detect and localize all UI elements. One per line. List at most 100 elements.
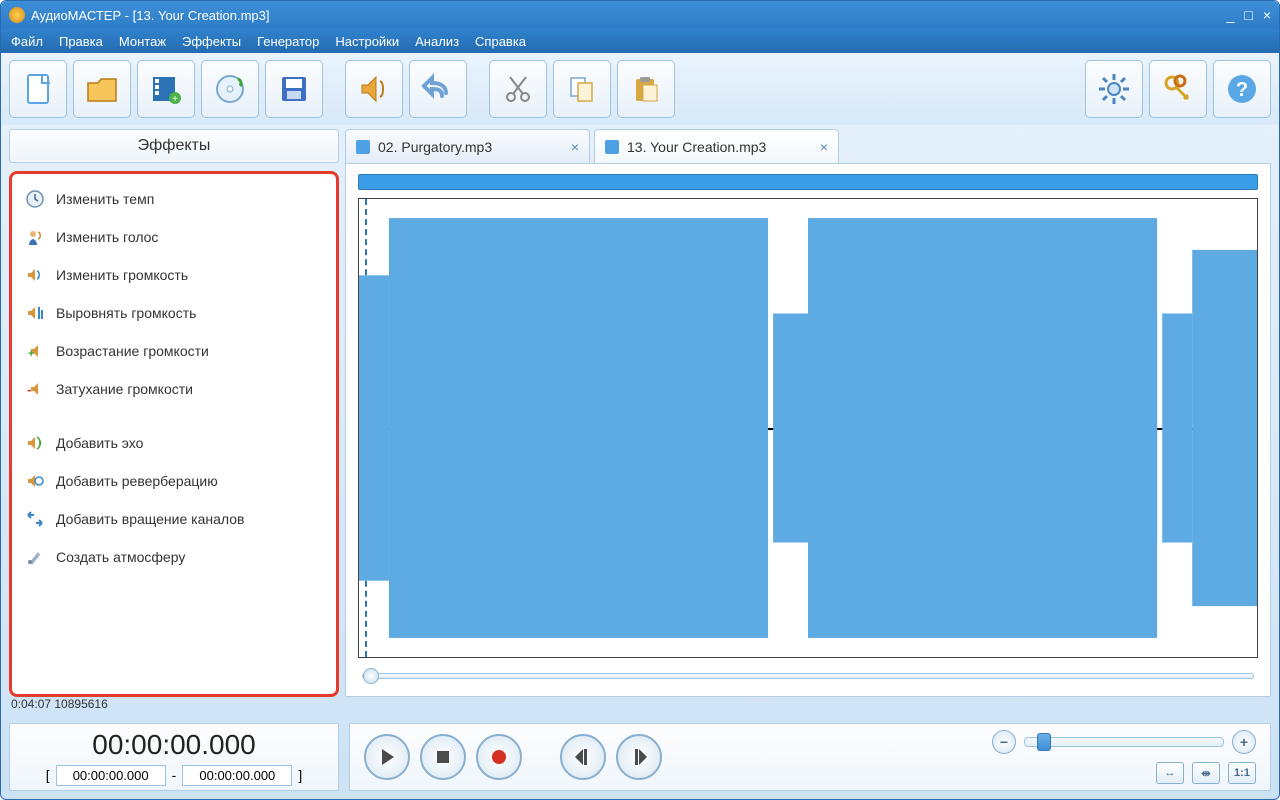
- save-button[interactable]: [265, 60, 323, 118]
- toolbar: + ?: [1, 53, 1279, 125]
- menu-help[interactable]: Справка: [475, 34, 526, 49]
- prev-track-button[interactable]: [560, 734, 606, 780]
- menu-analysis[interactable]: Анализ: [415, 34, 459, 49]
- titlebar: АудиоМАСТЕР - [13. Your Creation.mp3] _ …: [1, 1, 1279, 29]
- volume-effects-button[interactable]: [345, 60, 403, 118]
- waveform-area: [345, 163, 1271, 697]
- fit-selection-button[interactable]: ⇹: [1192, 762, 1220, 784]
- effect-change-voice[interactable]: Изменить голос: [14, 218, 334, 256]
- effect-label: Создать атмосферу: [56, 549, 185, 565]
- tab-close-icon[interactable]: ×: [571, 139, 579, 155]
- help-button[interactable]: ?: [1213, 60, 1271, 118]
- voice-icon: [24, 226, 46, 248]
- fadeout-icon: -: [24, 378, 46, 400]
- effect-channel-rotation[interactable]: Добавить вращение каналов: [14, 500, 334, 538]
- zoom-slider[interactable]: [1024, 737, 1224, 747]
- copy-button[interactable]: [553, 60, 611, 118]
- time-range-sep: -: [172, 767, 177, 783]
- echo-icon: [24, 432, 46, 454]
- levels-icon: [24, 302, 46, 324]
- menu-edit[interactable]: Правка: [59, 34, 103, 49]
- svg-text:+: +: [28, 348, 34, 360]
- menu-generator[interactable]: Генератор: [257, 34, 319, 49]
- svg-text:-: -: [27, 382, 31, 397]
- left-column: Эффекты Изменить темп Изменить голос Изм…: [9, 129, 339, 697]
- svg-text:?: ?: [1236, 79, 1248, 101]
- zoom-1to1-button[interactable]: 1:1: [1228, 762, 1256, 784]
- time-current: 00:00:00.000: [92, 729, 256, 761]
- paste-button[interactable]: [617, 60, 675, 118]
- tab-label: 02. Purgatory.mp3: [378, 139, 563, 155]
- horizontal-zoom-slider-row: [358, 666, 1258, 686]
- waveform-canvas[interactable]: [358, 198, 1258, 658]
- effect-add-echo[interactable]: Добавить эхо: [14, 424, 334, 462]
- time-to-input[interactable]: [182, 765, 292, 786]
- record-button[interactable]: [476, 734, 522, 780]
- open-folder-button[interactable]: [73, 60, 131, 118]
- effect-label: Добавить эхо: [56, 435, 143, 451]
- effect-label: Изменить темп: [56, 191, 154, 207]
- zoom-out-button[interactable]: −: [992, 730, 1016, 754]
- audio-file-icon: [605, 140, 619, 154]
- play-button[interactable]: [364, 734, 410, 780]
- effect-fade-out[interactable]: - Затухание громкости: [14, 370, 334, 408]
- maximize-button[interactable]: □: [1244, 7, 1252, 23]
- effect-label: Добавить реверберацию: [56, 473, 218, 489]
- time-from-input[interactable]: [56, 765, 166, 786]
- effect-label: Возрастание громкости: [56, 343, 209, 359]
- stop-button[interactable]: [420, 734, 466, 780]
- speaker-volume-icon: [24, 264, 46, 286]
- effect-add-reverb[interactable]: Добавить реверберацию: [14, 462, 334, 500]
- undo-button[interactable]: [409, 60, 467, 118]
- horizontal-zoom-slider[interactable]: [362, 673, 1254, 679]
- tab-label: 13. Your Creation.mp3: [627, 139, 812, 155]
- main-area: Эффекты Изменить темп Изменить голос Изм…: [1, 125, 1279, 697]
- effect-create-atmosphere[interactable]: Создать атмосферу: [14, 538, 334, 576]
- menu-settings[interactable]: Настройки: [335, 34, 399, 49]
- new-file-button[interactable]: [9, 60, 67, 118]
- effect-change-tempo[interactable]: Изменить темп: [14, 180, 334, 218]
- bottom-controls: 00:00:00.000 [ - ] − +: [1, 715, 1279, 799]
- cut-button[interactable]: [489, 60, 547, 118]
- import-video-button[interactable]: +: [137, 60, 195, 118]
- tab-purgatory[interactable]: 02. Purgatory.mp3 ×: [345, 129, 590, 163]
- tab-close-icon[interactable]: ×: [820, 139, 828, 155]
- effects-list[interactable]: Изменить темп Изменить голос Изменить гр…: [14, 180, 334, 688]
- keys-button[interactable]: [1149, 60, 1207, 118]
- settings-button[interactable]: [1085, 60, 1143, 118]
- audio-file-icon: [356, 140, 370, 154]
- overview-bar[interactable]: [358, 174, 1258, 190]
- minimize-button[interactable]: _: [1227, 7, 1235, 23]
- effect-label: Добавить вращение каналов: [56, 511, 244, 527]
- zoom-in-button[interactable]: +: [1232, 730, 1256, 754]
- effects-header: Эффекты: [9, 129, 339, 163]
- zoom-slider-thumb[interactable]: [1037, 733, 1051, 751]
- close-button[interactable]: ×: [1263, 7, 1271, 23]
- menu-file[interactable]: Файл: [11, 34, 43, 49]
- effect-normalize-volume[interactable]: Выровнять громкость: [14, 294, 334, 332]
- menu-montage[interactable]: Монтаж: [119, 34, 166, 49]
- app-window: АудиоМАСТЕР - [13. Your Creation.mp3] _ …: [0, 0, 1280, 800]
- tab-your-creation[interactable]: 13. Your Creation.mp3 ×: [594, 129, 839, 163]
- window-controls: _ □ ×: [1227, 7, 1271, 23]
- menu-effects[interactable]: Эффекты: [182, 34, 241, 49]
- atmosphere-icon: [24, 546, 46, 568]
- transport-panel: − + ↔ ⇹ 1:1: [349, 723, 1271, 791]
- tabs: 02. Purgatory.mp3 × 13. Your Creation.mp…: [345, 129, 1271, 163]
- import-cd-button[interactable]: [201, 60, 259, 118]
- effects-panel: Изменить темп Изменить голос Изменить гр…: [9, 171, 339, 697]
- next-track-button[interactable]: [616, 734, 662, 780]
- effect-label: Изменить громкость: [56, 267, 188, 283]
- effect-change-volume[interactable]: Изменить громкость: [14, 256, 334, 294]
- channel-rotation-icon: [24, 508, 46, 530]
- app-icon: [9, 7, 25, 23]
- fadein-icon: +: [24, 340, 46, 362]
- effect-label: Затухание громкости: [56, 381, 193, 397]
- status-text: 0:04:07 10895616: [11, 697, 108, 711]
- effect-fade-in[interactable]: + Возрастание громкости: [14, 332, 334, 370]
- fit-width-button[interactable]: ↔: [1156, 762, 1184, 784]
- effect-label: Изменить голос: [56, 229, 158, 245]
- effect-label: Выровнять громкость: [56, 305, 196, 321]
- time-panel: 00:00:00.000 [ - ]: [9, 723, 339, 791]
- zoom-thumb[interactable]: [363, 668, 379, 684]
